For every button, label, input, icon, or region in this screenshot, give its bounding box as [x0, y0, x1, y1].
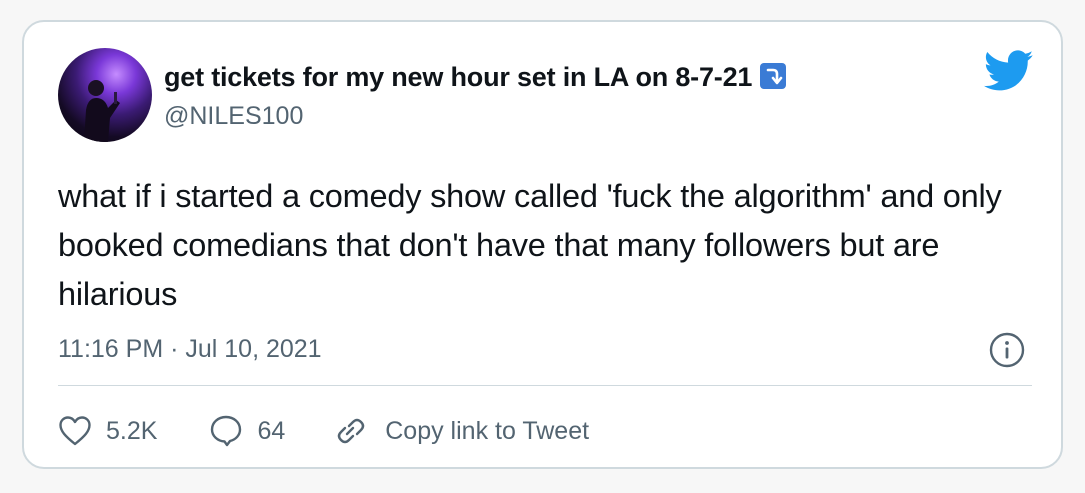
speech-bubble-icon — [209, 414, 243, 448]
avatar[interactable] — [58, 48, 152, 142]
copy-link-button[interactable]: Copy link to Tweet — [331, 414, 589, 448]
right-arrow-curving-down-icon — [760, 63, 787, 89]
link-icon — [331, 414, 369, 448]
reply-button[interactable]: 64 — [209, 414, 285, 448]
info-icon[interactable] — [988, 331, 1026, 369]
divider — [58, 385, 1032, 386]
like-count: 5.2K — [106, 416, 158, 445]
tweet-card[interactable]: get tickets for my new hour set in LA on… — [22, 20, 1063, 469]
action-bar: 5.2K 64 Copy link to Tweet — [58, 411, 589, 451]
heart-icon — [58, 415, 92, 447]
user-handle[interactable]: @NILES100 — [164, 102, 303, 131]
tweet-timestamp[interactable]: 11:16 PM · Jul 10, 2021 — [58, 335, 322, 364]
display-name[interactable]: get tickets for my new hour set in LA on… — [164, 62, 787, 93]
display-name-text: get tickets for my new hour set in LA on… — [164, 62, 753, 92]
reply-count: 64 — [257, 416, 286, 445]
twitter-bird-icon[interactable] — [983, 50, 1034, 92]
tweet-text: what if i started a comedy show called '… — [58, 178, 1002, 312]
copy-link-label: Copy link to Tweet — [385, 416, 590, 445]
like-button[interactable]: 5.2K — [58, 415, 157, 447]
